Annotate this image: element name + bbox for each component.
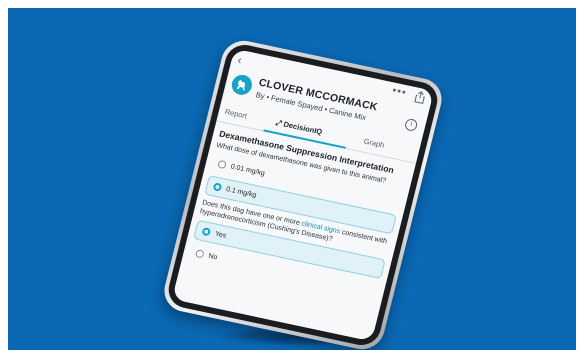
tab-report[interactable]: Report: [224, 107, 248, 120]
option-label: Yes: [214, 230, 228, 240]
promo-background: ‹ ••• CLOVER MCCORMACK By • Female Spaye…: [8, 8, 576, 350]
app-screen: ‹ ••• CLOVER MCCORMACK By • Female Spaye…: [172, 48, 434, 342]
more-menu-icon[interactable]: •••: [391, 84, 408, 99]
chevron-left-icon[interactable]: ‹: [236, 53, 243, 67]
option-label: 0.01 mg/kg: [229, 162, 266, 177]
tab-graph[interactable]: Graph: [363, 137, 386, 150]
info-icon[interactable]: i: [403, 117, 419, 133]
option-label: No: [207, 252, 219, 261]
share-icon[interactable]: [414, 90, 427, 104]
radio-unselected: [194, 249, 205, 259]
dog-avatar-icon: [229, 73, 255, 97]
radio-selected: [201, 226, 212, 237]
radio-unselected: [217, 159, 227, 170]
tablet-device: ‹ ••• CLOVER MCCORMACK By • Female Spaye…: [159, 36, 447, 350]
radio-selected: [212, 182, 223, 192]
option-label: 0.1 mg/kg: [225, 185, 258, 199]
